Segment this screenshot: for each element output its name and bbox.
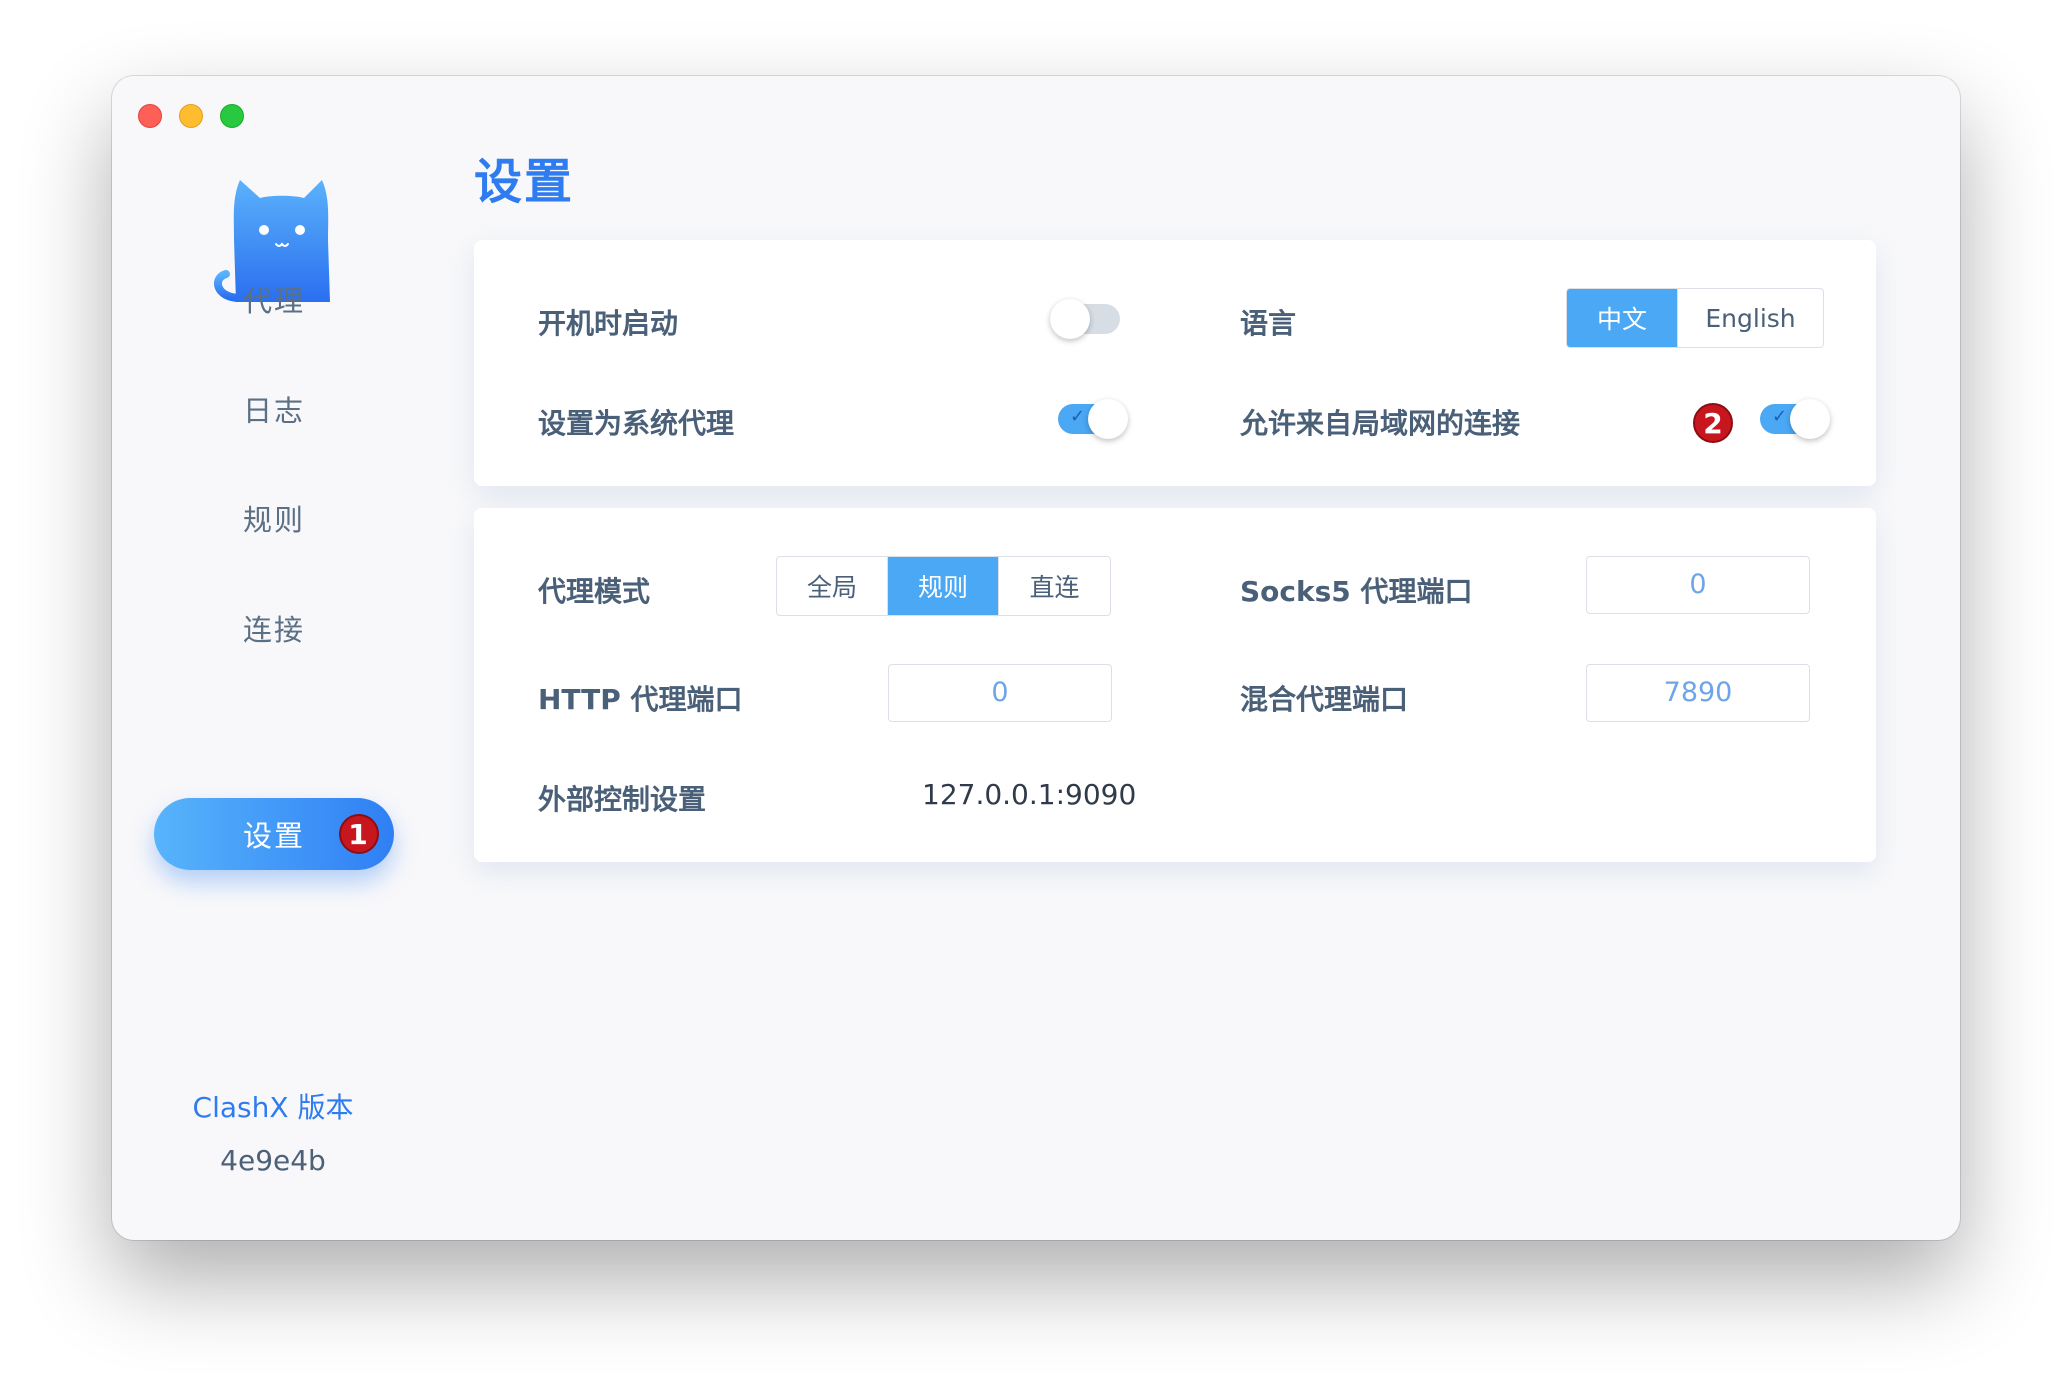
- page-title: 设置: [474, 154, 575, 210]
- http-port-input[interactable]: 0: [888, 664, 1112, 722]
- proxy-mode-segmented-control: 全局 规则 直连: [776, 556, 1111, 616]
- system-proxy-toggle[interactable]: ✓: [1058, 399, 1128, 439]
- sidebar-item-label: 连接: [242, 613, 305, 647]
- proxy-mode-rule[interactable]: 规则: [888, 557, 999, 615]
- general-settings-card: 开机时启动 设置为系统代理 ✓ 语言 中文 English 允许来自局域网的连接…: [474, 240, 1876, 486]
- toggle-knob: [1790, 399, 1830, 439]
- socks5-port-input[interactable]: 0: [1586, 556, 1810, 614]
- sidebar-item-label: 代理: [242, 284, 305, 318]
- language-segmented-control: 中文 English: [1566, 288, 1824, 348]
- sidebar-item-proxy[interactable]: 代理: [154, 263, 394, 335]
- http-port-label: HTTP 代理端口: [538, 683, 743, 716]
- external-controller-value: 127.0.0.1:9090: [922, 778, 1137, 811]
- version-label: ClashX 版本: [192, 1091, 354, 1124]
- proxy-settings-card: 代理模式 全局 规则 直连 Socks5 代理端口 0 HTTP 代理端口 0 …: [474, 508, 1876, 862]
- proxy-mode-global[interactable]: 全局: [777, 557, 888, 615]
- launch-at-login-label: 开机时启动: [538, 307, 679, 340]
- sidebar-item-rules[interactable]: 规则: [154, 482, 394, 554]
- language-label: 语言: [1240, 307, 1297, 340]
- check-icon: ✓: [1070, 406, 1086, 427]
- sidebar-item-logs[interactable]: 日志: [154, 373, 394, 445]
- sidebar-item-label: 日志: [242, 394, 305, 428]
- system-proxy-label: 设置为系统代理: [538, 407, 735, 440]
- version-value: 4e9e4b: [220, 1144, 326, 1177]
- proxy-mode-direct[interactable]: 直连: [999, 557, 1110, 615]
- toggle-knob: [1050, 299, 1090, 339]
- annotation-badge-1: 1: [339, 814, 379, 854]
- app-window: 代理 日志 规则 连接 设置 1 ClashX 版本 4e9e4b 设置 开机时…: [112, 76, 1960, 1240]
- check-icon: ✓: [1772, 406, 1788, 427]
- proxy-mode-label: 代理模式: [538, 575, 651, 608]
- socks5-port-label: Socks5 代理端口: [1240, 575, 1473, 608]
- sidebar-item-settings[interactable]: 设置 1: [154, 798, 394, 870]
- mixed-port-input[interactable]: 7890: [1586, 664, 1810, 722]
- language-option-english[interactable]: English: [1678, 289, 1823, 347]
- external-controller-label: 外部控制设置: [538, 783, 707, 816]
- language-option-chinese[interactable]: 中文: [1567, 289, 1678, 347]
- mixed-port-label: 混合代理端口: [1240, 683, 1409, 716]
- sidebar-item-label: 规则: [242, 503, 305, 537]
- sidebar-item-label: 设置: [242, 819, 305, 853]
- allow-lan-toggle[interactable]: ✓: [1760, 399, 1830, 439]
- sidebar: 代理 日志 规则 连接 设置 1 ClashX 版本 4e9e4b: [112, 76, 434, 1240]
- annotation-badge-2: 2: [1693, 403, 1733, 443]
- sidebar-item-connections[interactable]: 连接: [154, 592, 394, 664]
- toggle-knob: [1088, 399, 1128, 439]
- launch-at-login-toggle[interactable]: [1050, 299, 1120, 339]
- allow-lan-label: 允许来自局域网的连接: [1240, 407, 1521, 440]
